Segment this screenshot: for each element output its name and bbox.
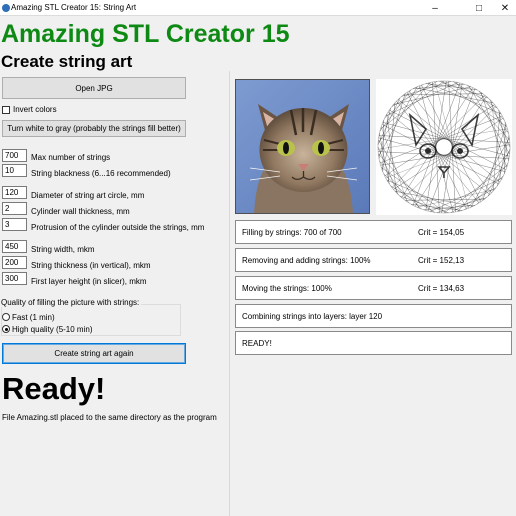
string-art-preview bbox=[376, 79, 512, 215]
file-saved-note: File Amazing.stl placed to the same dire… bbox=[2, 413, 217, 422]
quality-fast-radio[interactable] bbox=[2, 313, 10, 321]
quality-high-label: High quality (5-10 min) bbox=[12, 325, 93, 334]
status-moving-text: Moving the strings: 100% bbox=[242, 284, 332, 293]
status-combining: Combining strings into layers: layer 120 bbox=[235, 304, 512, 328]
status-removing: Removing and adding strings: 100% Crit =… bbox=[235, 248, 512, 272]
invert-colors-label: Invert colors bbox=[13, 105, 57, 114]
string-blackness-label: String blackness (6...16 recommended) bbox=[31, 169, 171, 178]
protrusion-label: Protrusion of the cylinder outside the s… bbox=[31, 223, 205, 232]
status-ready: READY! bbox=[235, 331, 512, 355]
window-title: Amazing STL Creator 15: String Art bbox=[11, 3, 137, 12]
status-filling-crit: Crit = 154,05 bbox=[418, 228, 465, 237]
title-bar: Amazing STL Creator 15: String Art – □ ✕ bbox=[0, 0, 516, 16]
string-thickness-input[interactable]: 200 bbox=[2, 256, 27, 269]
wall-thickness-label: Cylinder wall thickness, mm bbox=[31, 207, 130, 216]
open-jpg-button[interactable]: Open JPG bbox=[2, 77, 186, 99]
status-removing-crit: Crit = 152,13 bbox=[418, 256, 465, 265]
status-filling: Filling by strings: 700 of 700 Crit = 15… bbox=[235, 220, 512, 244]
source-photo bbox=[235, 79, 370, 214]
status-filling-text: Filling by strings: 700 of 700 bbox=[242, 228, 342, 237]
app-icon bbox=[2, 4, 10, 12]
status-removing-text: Removing and adding strings: 100% bbox=[242, 256, 371, 265]
quality-high-radio[interactable] bbox=[2, 325, 10, 333]
max-strings-label: Max number of strings bbox=[31, 153, 111, 162]
page-subtitle: Create string art bbox=[1, 52, 133, 71]
invert-colors-checkbox[interactable] bbox=[2, 106, 10, 114]
string-thickness-label: String thickness (in vertical), mkm bbox=[31, 261, 151, 270]
status-ready-text: READY! bbox=[242, 339, 272, 348]
status-moving-crit: Crit = 134,63 bbox=[418, 284, 465, 293]
circle-diameter-input[interactable]: 120 bbox=[2, 186, 27, 199]
quality-fast-label: Fast (1 min) bbox=[12, 313, 55, 322]
minimize-icon[interactable]: – bbox=[418, 0, 452, 16]
string-blackness-input[interactable]: 10 bbox=[2, 164, 27, 177]
wall-thickness-input[interactable]: 2 bbox=[2, 202, 27, 215]
quality-group-title: Quality of filling the picture with stri… bbox=[1, 298, 142, 307]
protrusion-input[interactable]: 3 bbox=[2, 218, 27, 231]
close-icon[interactable]: ✕ bbox=[494, 0, 516, 16]
ready-message: Ready! bbox=[2, 371, 106, 406]
status-moving: Moving the strings: 100% Crit = 134,63 bbox=[235, 276, 512, 300]
max-strings-input[interactable]: 700 bbox=[2, 149, 27, 162]
status-combining-text: Combining strings into layers: layer 120 bbox=[242, 312, 383, 321]
create-string-art-button[interactable]: Create string art again bbox=[2, 343, 186, 364]
string-width-input[interactable]: 450 bbox=[2, 240, 27, 253]
app-heading: Amazing STL Creator 15 bbox=[1, 20, 290, 48]
circle-diameter-label: Diameter of string art circle, mm bbox=[31, 191, 145, 200]
first-layer-height-input[interactable]: 300 bbox=[2, 272, 27, 285]
first-layer-height-label: First layer height (in slicer), mkm bbox=[31, 277, 147, 286]
string-width-label: String width, mkm bbox=[31, 245, 95, 254]
maximize-icon[interactable]: □ bbox=[462, 0, 496, 16]
turn-white-to-gray-button[interactable]: Turn white to gray (probably the strings… bbox=[2, 120, 186, 137]
